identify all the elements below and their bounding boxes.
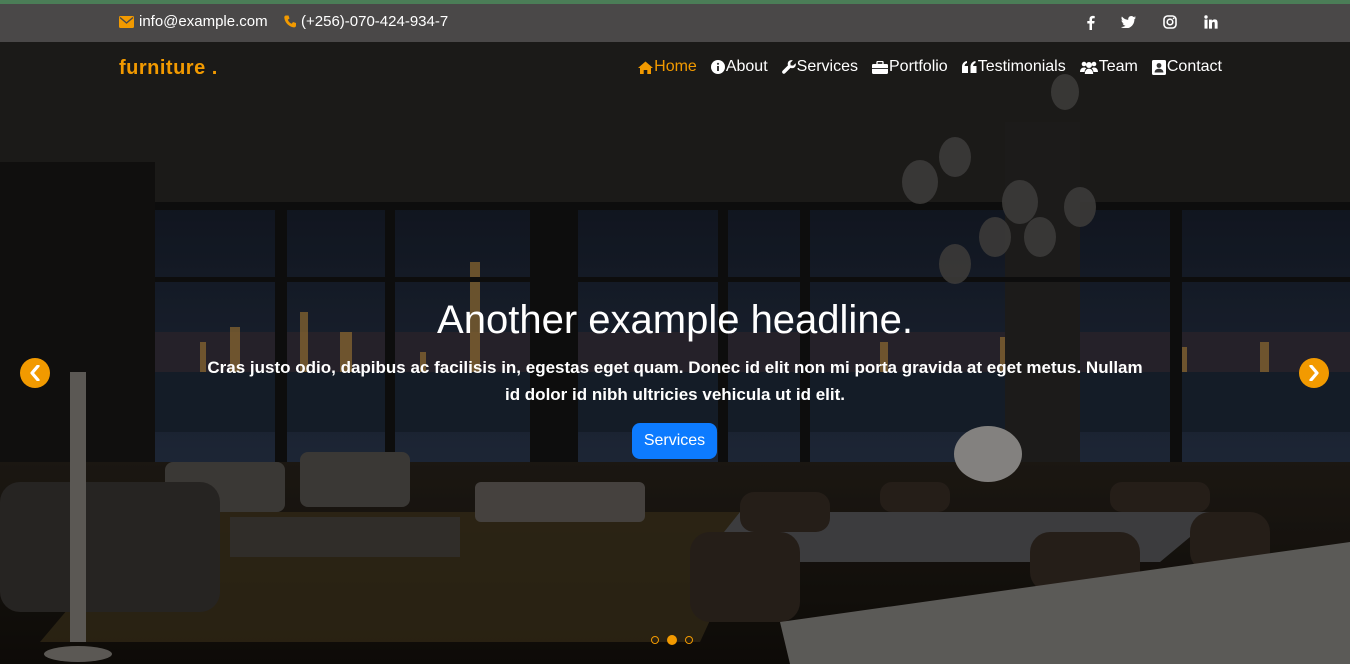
top-contact-bar: info@example.com (+256)-070-424-934-7 <box>0 4 1350 42</box>
hero-background-image <box>0 42 1350 664</box>
contact-card-icon <box>1151 59 1166 75</box>
nav-item-contact[interactable]: Contact <box>1151 58 1222 76</box>
nav-item-testimonials[interactable]: Testimonials <box>961 58 1066 76</box>
brand-logo[interactable]: furniture . <box>119 57 218 80</box>
linkedin-icon[interactable] <box>1203 14 1219 30</box>
nav-item-label: Services <box>796 58 858 75</box>
briefcase-icon <box>872 60 888 74</box>
nav-item-label: Team <box>1098 58 1138 75</box>
info-icon <box>710 60 725 74</box>
hero-carousel <box>0 42 1350 664</box>
nav-item-about[interactable]: About <box>710 58 768 76</box>
hero-headline: Another example headline. <box>437 298 913 342</box>
carousel-indicator-2[interactable] <box>667 635 677 645</box>
phone-contact[interactable]: (+256)-070-424-934-7 <box>284 13 448 30</box>
nav-item-label: Testimonials <box>977 58 1066 75</box>
email-contact[interactable]: info@example.com <box>119 13 268 30</box>
services-button[interactable]: Services <box>632 423 717 459</box>
facebook-icon[interactable] <box>1082 14 1098 30</box>
envelope-icon <box>119 15 134 28</box>
chevron-left-icon <box>30 365 40 381</box>
carousel-indicator-1[interactable] <box>651 636 659 644</box>
users-icon <box>1079 61 1098 74</box>
twitter-icon[interactable] <box>1120 14 1136 30</box>
quote-icon <box>961 61 977 73</box>
nav-item-portfolio[interactable]: Portfolio <box>872 58 948 76</box>
email-text: info@example.com <box>139 13 268 30</box>
nav-item-home[interactable]: Home <box>638 58 697 76</box>
phone-text: (+256)-070-424-934-7 <box>301 13 449 30</box>
carousel-indicator-3[interactable] <box>685 636 693 644</box>
nav-item-label: Home <box>654 58 697 75</box>
nav-item-label: About <box>725 58 768 75</box>
wrench-icon <box>781 60 796 74</box>
chevron-right-icon <box>1309 365 1319 381</box>
nav-item-services[interactable]: Services <box>781 58 858 76</box>
instagram-icon[interactable] <box>1162 14 1178 30</box>
carousel-prev-button[interactable] <box>20 358 50 388</box>
carousel-next-button[interactable] <box>1299 358 1329 388</box>
hero-text: Cras justo odio, dapibus ac facilisis in… <box>207 358 1143 404</box>
carousel-indicators <box>651 635 693 645</box>
home-icon <box>638 61 654 74</box>
nav-item-label: Contact <box>1166 58 1222 75</box>
main-navbar: furniture . Home About Services Portfoli… <box>0 42 1350 94</box>
nav-item-team[interactable]: Team <box>1079 58 1138 76</box>
nav-item-label: Portfolio <box>889 58 948 75</box>
phone-icon <box>284 15 296 28</box>
nav-menu: Home About Services Portfolio Testimonia… <box>638 58 1222 76</box>
